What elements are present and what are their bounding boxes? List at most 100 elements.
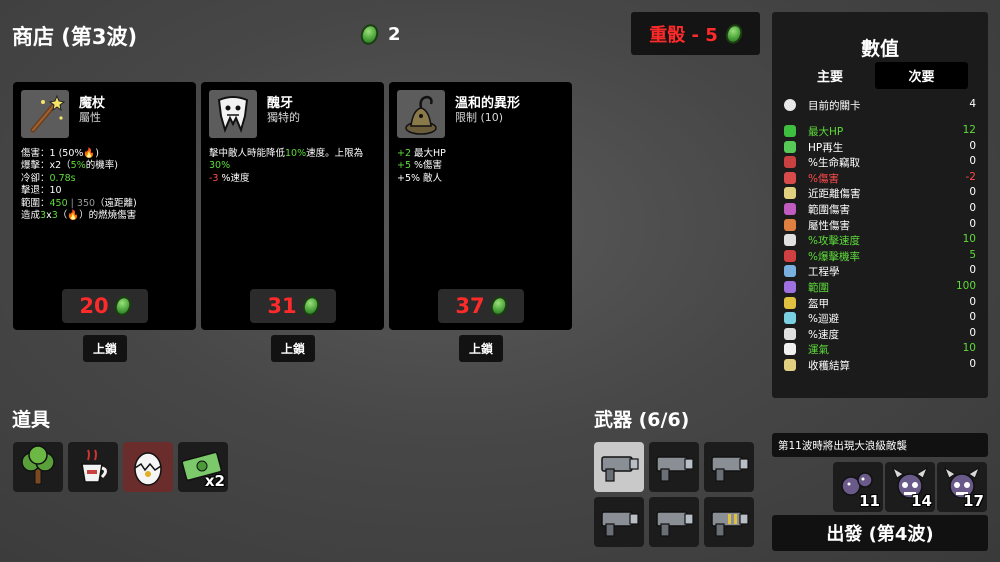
weapon-slot[interactable] bbox=[704, 497, 754, 547]
shop-card-wand[interactable]: 魔杖 屬性 傷害：1 (50%🔥) 爆擊：x2（5%的機率) 冷卻：0.78s 擊退：… bbox=[13, 82, 196, 330]
price-button[interactable]: 20 bbox=[62, 289, 148, 323]
tree-icon bbox=[21, 445, 55, 485]
stat-row: 收穫結算 0 bbox=[784, 358, 976, 373]
materials-counter: 2 bbox=[357, 21, 401, 48]
description-text: （🔥）的燃燒傷害 bbox=[57, 210, 137, 222]
weapon-slot[interactable] bbox=[594, 497, 644, 547]
crit-icon bbox=[784, 249, 796, 262]
item-slot[interactable]: x2 bbox=[178, 442, 228, 492]
description-text: 冷卻： bbox=[21, 172, 50, 184]
enemy-count: 17 bbox=[963, 492, 984, 510]
heart-icon bbox=[784, 125, 796, 137]
tab-secondary[interactable]: 次要 bbox=[875, 62, 968, 89]
weapon-slot[interactable] bbox=[649, 442, 699, 492]
stat-value: 0 bbox=[969, 311, 976, 324]
lock-button[interactable]: 上鎖 bbox=[459, 335, 503, 362]
lock-button[interactable]: 上鎖 bbox=[271, 335, 315, 362]
sword-icon bbox=[784, 187, 796, 200]
stat-label: 屬性傷害 bbox=[808, 219, 850, 232]
card-type: 屬性 bbox=[79, 111, 101, 124]
striped-gun-icon bbox=[711, 511, 749, 537]
description-text: 🔥 bbox=[83, 148, 96, 159]
stat-label: 收穫結算 bbox=[808, 360, 850, 372]
weapon-slot[interactable] bbox=[704, 442, 754, 492]
stat-value: 0 bbox=[969, 264, 976, 277]
shop-card-gentle-alien[interactable]: 溫和的異形 限制 (10) +2 最大HP +5 %傷害 +5% 敵人 37 bbox=[389, 82, 572, 330]
material-icon bbox=[357, 21, 382, 48]
item-slot[interactable] bbox=[123, 442, 173, 492]
stat-value: 0 bbox=[969, 202, 976, 214]
reroll-button[interactable]: 重骰 - 5 bbox=[631, 12, 760, 55]
item-quantity: x2 bbox=[204, 472, 225, 490]
description-line: 造成3x3（🔥）的燃燒傷害 bbox=[21, 210, 191, 222]
gun-icon bbox=[656, 511, 694, 537]
description-line: 範圍：450 | 350（遠距離) bbox=[21, 198, 191, 210]
description-text: 傷害：1 (50% bbox=[21, 148, 84, 159]
dodge-icon bbox=[784, 312, 796, 325]
bow-icon bbox=[784, 203, 796, 215]
stat-row: 盔甲 0 bbox=[784, 296, 976, 311]
enemy-count: 14 bbox=[911, 492, 932, 510]
material-icon bbox=[299, 293, 322, 319]
description-line: 30% bbox=[209, 160, 379, 172]
gun-icon bbox=[601, 456, 639, 482]
description-text: 最大HP bbox=[411, 148, 446, 159]
enemy-count: 11 bbox=[859, 492, 880, 510]
stat-value: 10 bbox=[962, 342, 976, 355]
fangs-icon bbox=[784, 156, 796, 169]
description-text: 的機率) bbox=[85, 160, 118, 172]
boot-icon bbox=[784, 327, 796, 340]
enemy-slot: 11 bbox=[833, 462, 883, 512]
stat-label: %速度 bbox=[808, 328, 839, 341]
shop-card-ugly-tooth[interactable]: 醜牙 獨特的 擊中敵人時能降低10%速度。上限為 30% -3 %速度 31 bbox=[201, 82, 384, 330]
stat-value: 5 bbox=[969, 248, 976, 261]
stat-row: 最大HP 12 bbox=[784, 124, 976, 139]
stat-value: 0 bbox=[969, 155, 976, 168]
stat-value: 12 bbox=[962, 124, 976, 136]
tooth-icon bbox=[209, 90, 257, 138]
description-line: 爆擊：x2（5%的機率) bbox=[21, 160, 191, 172]
description-text: 5% bbox=[70, 160, 86, 172]
description-line: 傷害：1 (50%🔥) bbox=[21, 148, 191, 160]
description-text: 30% bbox=[209, 160, 231, 172]
description-line: +5% 敵人 bbox=[397, 173, 567, 185]
wave-notice: 第11波時將出現大浪級敵襲 bbox=[772, 433, 988, 457]
description-text: 造成 bbox=[21, 210, 41, 222]
description-text: 擊中敵人時能降低 bbox=[209, 148, 286, 159]
coffee-cup-icon bbox=[81, 449, 107, 483]
weapon-slot[interactable] bbox=[594, 442, 644, 492]
alien-icon bbox=[397, 90, 445, 138]
enemy-slot: 17 bbox=[937, 462, 987, 512]
wrench-icon bbox=[784, 265, 796, 278]
card-type: 限制 (10) bbox=[455, 111, 504, 124]
stat-value: 100 bbox=[955, 280, 976, 292]
weapon-slot[interactable] bbox=[649, 497, 699, 547]
item-slot[interactable] bbox=[13, 442, 63, 492]
stat-label: %生命竊取 bbox=[808, 157, 860, 170]
stat-label: 工程學 bbox=[808, 266, 840, 279]
lock-button[interactable]: 上鎖 bbox=[83, 335, 127, 362]
description-text: 爆擊：x2（ bbox=[21, 160, 71, 172]
wand-icon bbox=[21, 90, 69, 138]
stat-row: 屬性傷害 0 bbox=[784, 218, 976, 233]
card-description: 傷害：1 (50%🔥) 爆擊：x2（5%的機率) 冷卻：0.78s 擊退：10 範圍：4… bbox=[21, 148, 191, 222]
price-button[interactable]: 31 bbox=[250, 289, 336, 323]
weapons-title: 武器 (6/6) bbox=[594, 409, 690, 431]
stat-row: %速度 0 bbox=[784, 327, 976, 342]
harvest-icon bbox=[784, 359, 796, 371]
stat-label: 運氣 bbox=[808, 344, 829, 357]
stat-row: %迴避 0 bbox=[784, 311, 976, 326]
stat-value: 4 bbox=[969, 98, 976, 110]
description-text: 速度。上限為 bbox=[306, 148, 364, 159]
material-icon bbox=[111, 293, 134, 319]
price-button[interactable]: 37 bbox=[438, 289, 524, 323]
start-next-wave-button[interactable]: 出發 (第4波) bbox=[772, 515, 988, 551]
stat-label: HP再生 bbox=[808, 141, 844, 154]
enemy-slot: 14 bbox=[885, 462, 935, 512]
stat-row: 範圍 100 bbox=[784, 280, 976, 295]
description-text: | 350 bbox=[67, 197, 96, 209]
stat-value: 0 bbox=[969, 139, 976, 152]
item-slot[interactable] bbox=[68, 442, 118, 492]
description-line: 擊退：10 bbox=[21, 185, 191, 197]
tab-primary[interactable]: 主要 bbox=[786, 62, 874, 89]
